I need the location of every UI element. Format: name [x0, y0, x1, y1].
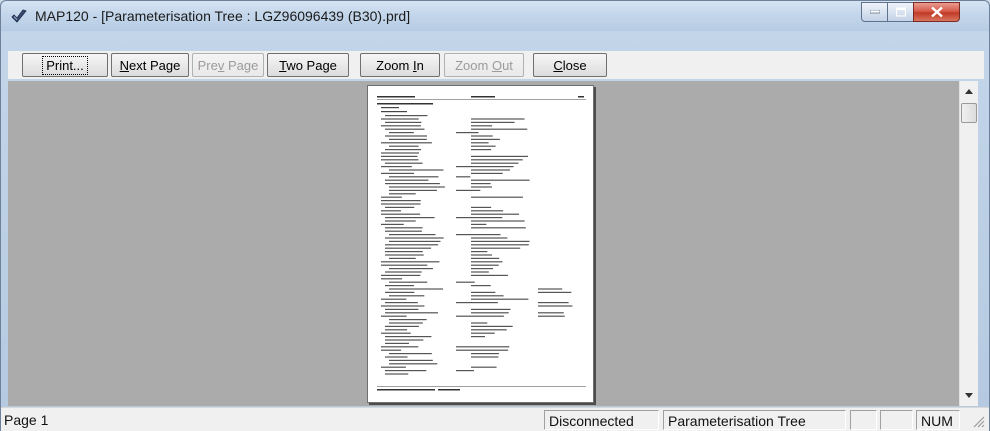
- next-page-label: ext Page: [129, 57, 181, 73]
- two-page-label: wo Page: [286, 57, 337, 73]
- next-page-button[interactable]: Next Page: [111, 53, 189, 77]
- scroll-thumb[interactable]: [961, 103, 977, 123]
- close-window-button[interactable]: [913, 2, 960, 22]
- window-title: MAP120 - [Parameterisation Tree : LGZ960…: [35, 8, 411, 24]
- zoom-in-button[interactable]: Zoom In: [360, 53, 440, 77]
- status-page: Page 1: [4, 412, 49, 428]
- close-button[interactable]: Close: [533, 53, 607, 77]
- title-bar[interactable]: MAP120 - [Parameterisation Tree : LGZ960…: [1, 1, 989, 31]
- print-button[interactable]: Print...: [22, 53, 108, 77]
- status-connection: Disconnected: [544, 410, 659, 430]
- zoom-in-label: Zoom: [376, 57, 413, 73]
- main-window: MAP120 - [Parameterisation Tree : LGZ960…: [0, 0, 990, 431]
- print-button-label: Print...: [42, 55, 88, 75]
- app-check-icon: [10, 8, 28, 26]
- arrow-down-icon: [965, 393, 973, 398]
- preview-page: [367, 85, 594, 403]
- close-mnemonic: C: [553, 57, 563, 73]
- page-content-thumbnail: [377, 96, 586, 391]
- zoom-out-button[interactable]: Zoom Out: [444, 53, 524, 77]
- maximize-icon: [895, 7, 906, 17]
- scroll-down-button[interactable]: [960, 387, 978, 404]
- minimize-icon: [869, 10, 880, 14]
- prev-page-label: Pre: [197, 57, 218, 73]
- two-page-button[interactable]: Two Page: [267, 53, 349, 77]
- status-bar: Page 1 Disconnected Parameterisation Tre…: [1, 407, 989, 431]
- next-page-mnemonic: N: [119, 57, 130, 73]
- resize-grip-icon[interactable]: [971, 414, 985, 428]
- status-indicator-empty-2: [880, 410, 913, 430]
- scroll-up-button[interactable]: [960, 83, 978, 100]
- prev-page-button[interactable]: Prev Page: [192, 53, 264, 77]
- zoom-out-mnemonic: O: [491, 57, 503, 73]
- maximize-button[interactable]: [887, 2, 914, 22]
- close-label: lose: [562, 57, 587, 73]
- arrow-up-icon: [965, 89, 973, 94]
- status-indicator-empty-1: [850, 410, 877, 430]
- print-preview-area[interactable]: [8, 81, 959, 406]
- minimize-button[interactable]: [861, 2, 888, 22]
- close-icon: [930, 6, 943, 18]
- preview-toolbar: Print... Next Page Prev Page Two Page Zo…: [8, 51, 984, 79]
- vertical-scrollbar[interactable]: [959, 81, 978, 406]
- zoom-out-label: Zoom: [455, 57, 492, 73]
- status-num-indicator: NUM: [916, 410, 960, 430]
- status-view: Parameterisation Tree: [663, 410, 846, 430]
